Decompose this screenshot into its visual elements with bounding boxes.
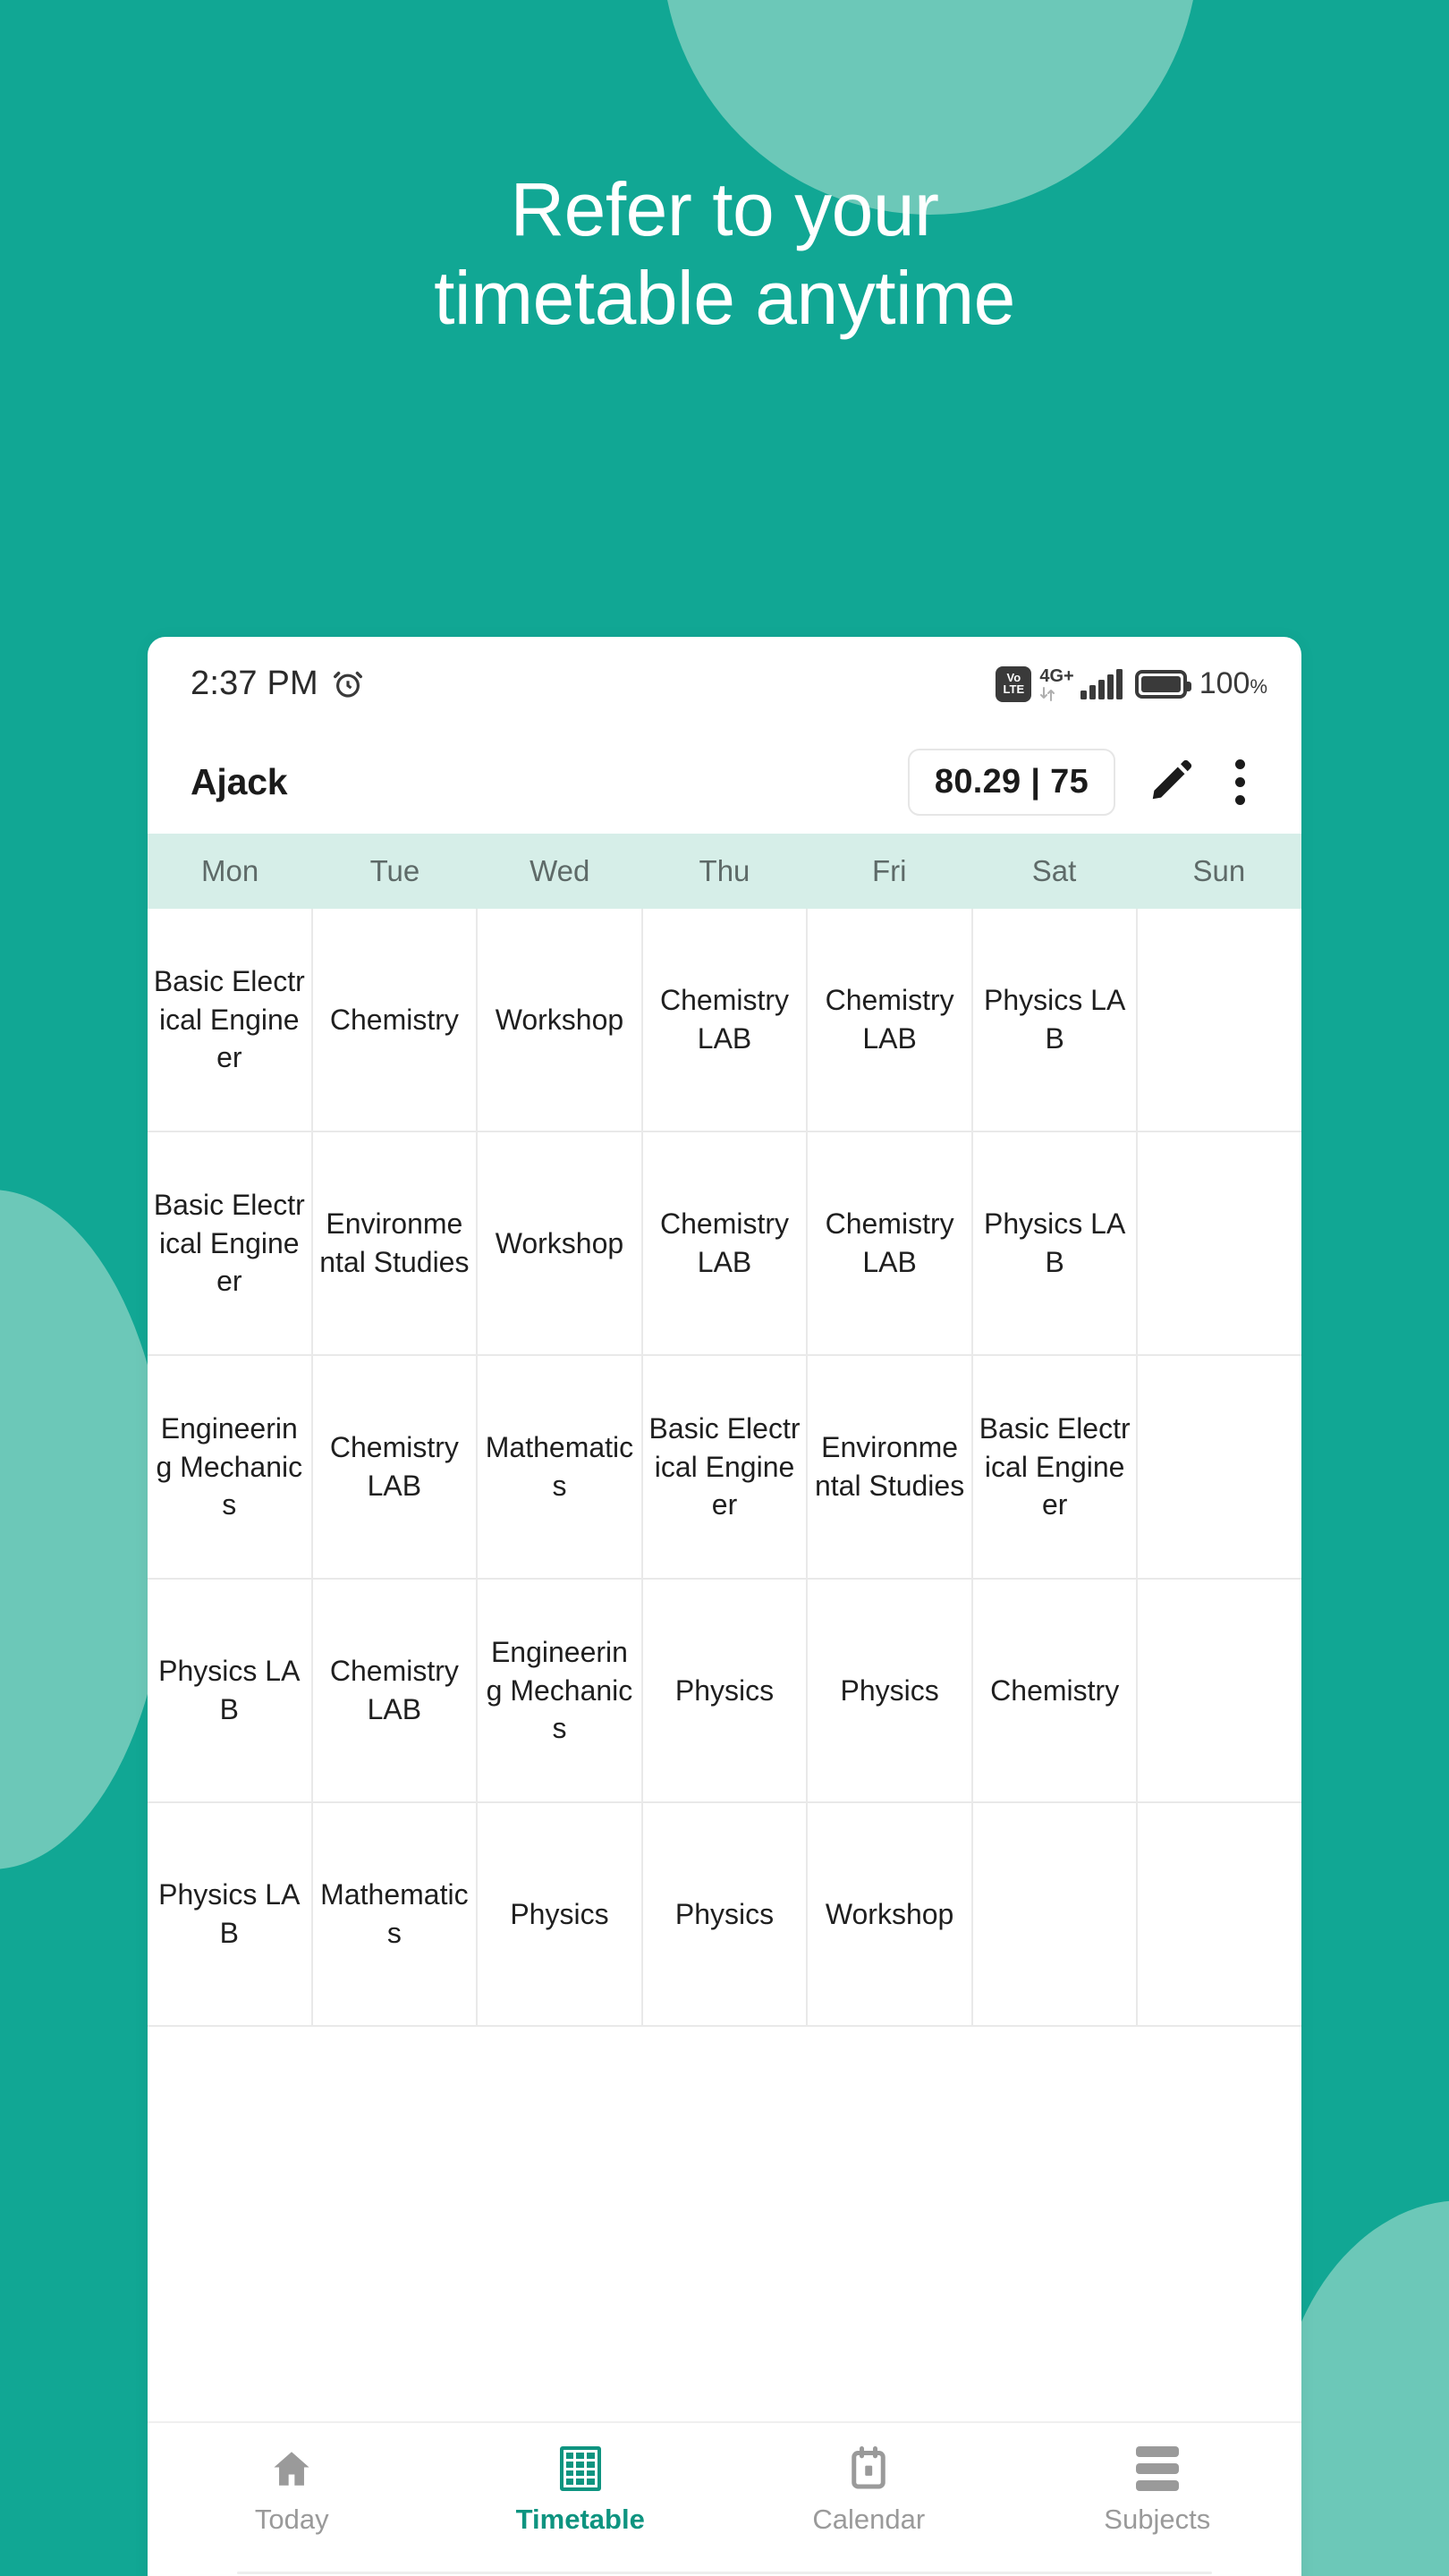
nav-item-timetable[interactable]: Timetable <box>436 2446 725 2536</box>
day-header-wed[interactable]: Wed <box>478 834 642 909</box>
pencil-edit-icon <box>1147 755 1197 809</box>
timetable-cell[interactable]: Physics <box>643 1803 809 2025</box>
timetable-cell[interactable]: Physics LAB <box>973 909 1139 1131</box>
timetable-cell[interactable]: Physics LAB <box>973 1132 1139 1354</box>
timetable-cell[interactable]: Chemistry LAB <box>808 1132 973 1354</box>
battery-percent-symbol: % <box>1250 675 1267 698</box>
timetable-cell[interactable] <box>973 1803 1139 2025</box>
timetable-cell[interactable]: Basic Electrical Engineer <box>148 909 313 1131</box>
battery-percent-label: 100% <box>1199 666 1267 701</box>
status-bar-time: 2:37 PM <box>191 665 318 702</box>
home-indicator <box>237 2572 1212 2574</box>
timetable-grid: Basic Electrical Engineer Chemistry Work… <box>148 909 1301 2421</box>
bottom-navigation-bar: Today Timetable Calendar Subjects <box>148 2421 1301 2576</box>
timetable-cell[interactable]: Engineering Mechanics <box>148 1356 313 1578</box>
table-row: Basic Electrical Engineer Environmental … <box>148 1132 1301 1356</box>
grid-icon <box>559 2446 601 2491</box>
table-row: Physics LAB Chemistry LAB Engineering Me… <box>148 1580 1301 1803</box>
attendance-score-badge[interactable]: 80.29 | 75 <box>907 749 1115 816</box>
nav-item-subjects[interactable]: Subjects <box>1013 2446 1302 2536</box>
overflow-menu-button[interactable] <box>1212 744 1267 821</box>
nav-label-timetable: Timetable <box>515 2504 645 2535</box>
promo-headline-line-1: Refer to your <box>510 167 939 251</box>
battery-percent-value: 100 <box>1199 666 1250 700</box>
promo-headline-line-2: timetable anytime <box>434 256 1015 341</box>
timetable-cell[interactable]: Workshop <box>478 909 643 1131</box>
timetable-cell[interactable]: Basic Electrical Engineer <box>643 1356 809 1578</box>
day-header-tue[interactable]: Tue <box>312 834 477 909</box>
timetable-cell[interactable]: Chemistry LAB <box>313 1580 479 1801</box>
timetable-cell[interactable]: Chemistry <box>973 1580 1139 1801</box>
network-type-group: 4G+ <box>1039 665 1074 704</box>
app-bar: Ajack 80.29 | 75 <box>148 731 1301 834</box>
timetable-cell[interactable]: Chemistry <box>313 909 479 1131</box>
timetable-cell[interactable] <box>1138 1580 1301 1801</box>
timetable-cell[interactable]: Environmental Studies <box>808 1356 973 1578</box>
timetable-cell[interactable] <box>1138 1803 1301 2025</box>
calendar-icon <box>849 2446 888 2491</box>
page-title: Ajack <box>191 761 288 802</box>
timetable-cell[interactable]: Chemistry LAB <box>808 909 973 1131</box>
timetable-cell[interactable]: Physics <box>808 1580 973 1801</box>
volte-icon: Vo LTE <box>996 665 1032 702</box>
timetable-cell[interactable]: Physics <box>643 1580 809 1801</box>
day-header-mon[interactable]: Mon <box>148 834 312 909</box>
timetable-cell[interactable]: Engineering Mechanics <box>478 1580 643 1801</box>
day-header-fri[interactable]: Fri <box>807 834 971 909</box>
status-bar: 2:37 PM Vo LTE 4G+ 100% <box>148 637 1301 731</box>
timetable-cell[interactable]: Environmental Studies <box>313 1132 479 1354</box>
timetable-cell[interactable]: Physics <box>478 1803 643 2025</box>
timetable-cell[interactable]: Basic Electrical Engineer <box>973 1356 1139 1578</box>
alarm-clock-icon <box>331 667 365 701</box>
data-transfer-arrows-icon <box>1039 685 1057 701</box>
timetable-cell[interactable]: Mathematics <box>478 1356 643 1578</box>
day-header-sat[interactable]: Sat <box>971 834 1136 909</box>
network-type-label: 4G+ <box>1039 665 1074 686</box>
timetable-cell[interactable]: Chemistry LAB <box>643 1132 809 1354</box>
timetable-cell[interactable] <box>1138 1132 1301 1354</box>
timetable-cell[interactable]: Mathematics <box>313 1803 479 2025</box>
nav-item-calendar[interactable]: Calendar <box>724 2446 1013 2536</box>
phone-screenshot-card: 2:37 PM Vo LTE 4G+ 100% Ajack 80.29 | 75… <box>148 637 1301 2576</box>
timetable-cell[interactable]: Physics LAB <box>148 1803 313 2025</box>
edit-button[interactable] <box>1137 748 1207 818</box>
signal-bars-icon <box>1080 668 1123 699</box>
battery-full-icon <box>1134 669 1191 699</box>
timetable-cell[interactable]: Chemistry LAB <box>643 909 809 1131</box>
nav-label-subjects: Subjects <box>1104 2504 1211 2535</box>
promo-headline: Refer to your timetable anytime <box>0 165 1449 343</box>
timetable-cell[interactable]: Basic Electrical Engineer <box>148 1132 313 1354</box>
timetable-cell[interactable]: Workshop <box>808 1803 973 2025</box>
timetable-cell[interactable] <box>1138 1356 1301 1578</box>
table-row: Engineering Mechanics Chemistry LAB Math… <box>148 1356 1301 1580</box>
nav-label-calendar: Calendar <box>812 2504 926 2535</box>
nav-label-today: Today <box>254 2504 329 2535</box>
day-header-sun[interactable]: Sun <box>1137 834 1301 909</box>
three-dot-menu-icon <box>1234 759 1245 769</box>
list-icon <box>1135 2446 1179 2491</box>
table-row: Physics LAB Mathematics Physics Physics … <box>148 1803 1301 2027</box>
volte-bottom-text: LTE <box>1003 682 1025 696</box>
nav-item-today[interactable]: Today <box>148 2446 436 2536</box>
status-bar-left: 2:37 PM <box>191 665 365 703</box>
status-bar-right: Vo LTE 4G+ 100% <box>996 665 1267 704</box>
day-header-row: Mon Tue Wed Thu Fri Sat Sun <box>148 834 1301 909</box>
timetable-cell[interactable]: Physics LAB <box>148 1580 313 1801</box>
table-row: Basic Electrical Engineer Chemistry Work… <box>148 909 1301 1132</box>
timetable-cell[interactable]: Chemistry LAB <box>313 1356 479 1578</box>
decorative-circle-left <box>0 1190 170 1869</box>
day-header-thu[interactable]: Thu <box>642 834 807 909</box>
timetable-cell[interactable] <box>1138 909 1301 1131</box>
home-icon <box>269 2446 314 2491</box>
timetable-cell[interactable]: Workshop <box>478 1132 643 1354</box>
